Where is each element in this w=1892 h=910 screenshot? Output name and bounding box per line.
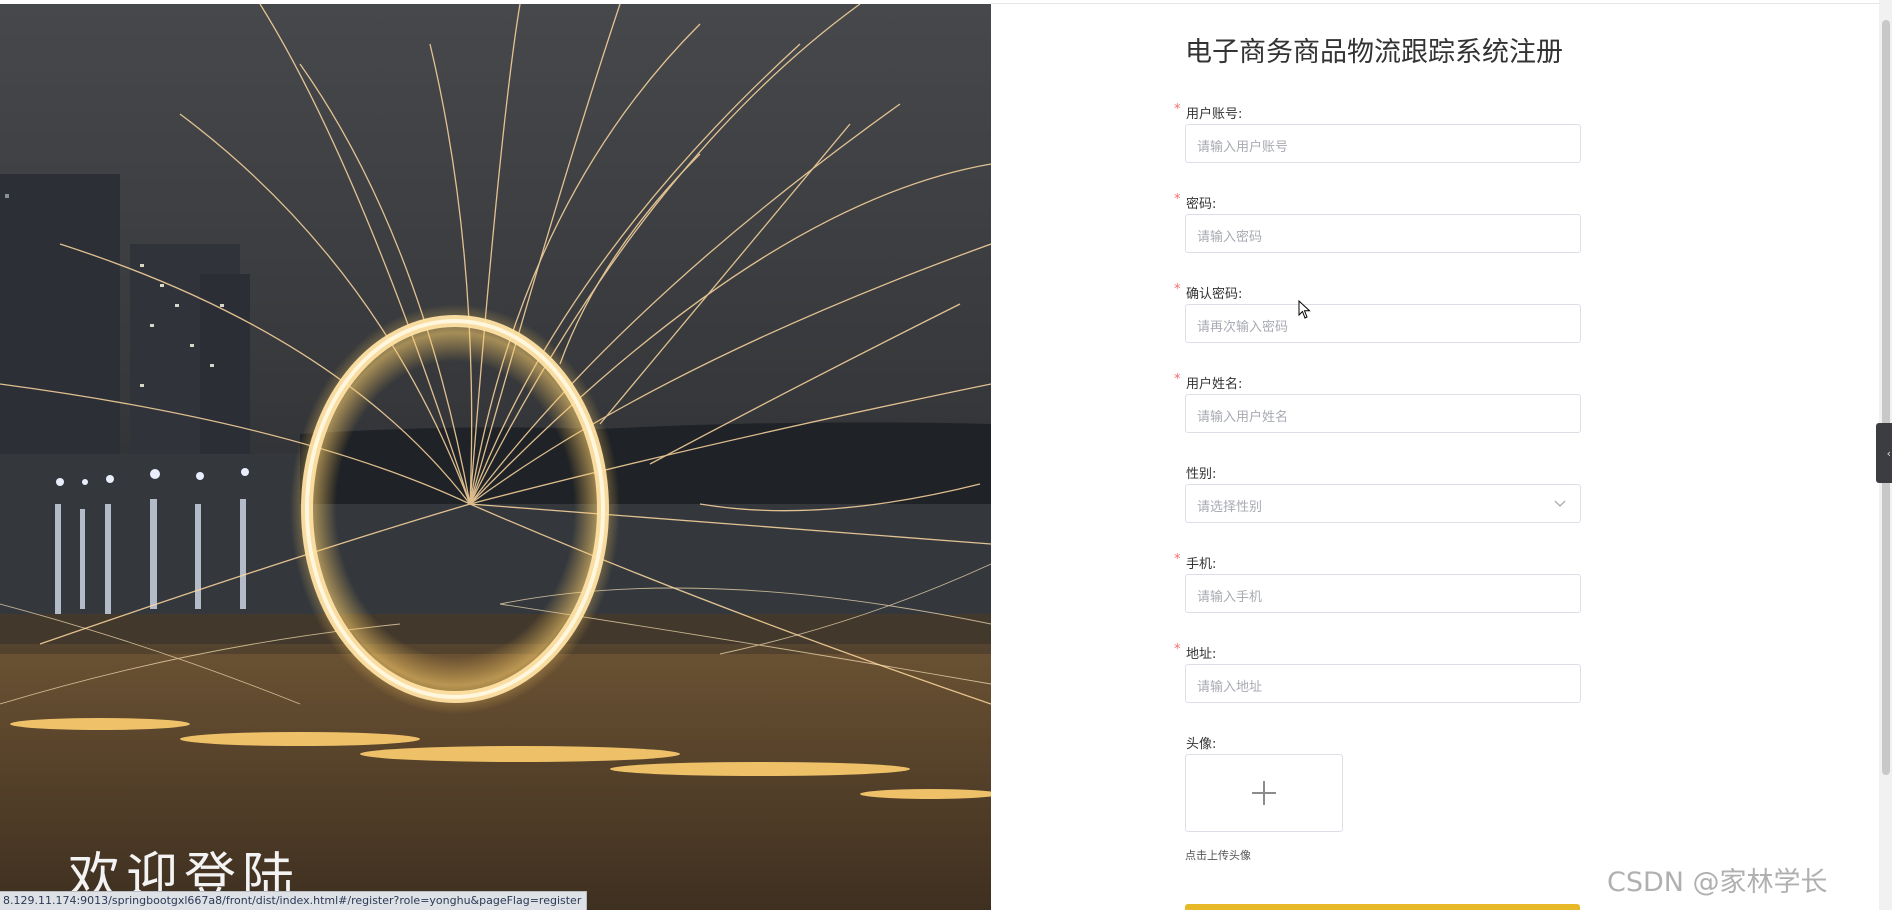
phone-placeholder: 请输入手机 — [1197, 590, 1263, 605]
address-placeholder: 请输入地址 — [1197, 680, 1263, 695]
register-button[interactable] — [1185, 904, 1580, 910]
address-input[interactable]: 请输入地址 — [1185, 664, 1581, 703]
page-title: 电子商务商品物流跟踪系统注册 — [1185, 37, 1563, 68]
phone-input[interactable]: 请输入手机 — [1185, 574, 1581, 613]
confirm-password-label: 确认密码: — [1186, 287, 1243, 302]
confirm-password-input[interactable]: 请再次输入密码 — [1185, 304, 1581, 343]
avatar-upload[interactable] — [1185, 754, 1343, 832]
gender-placeholder: 请选择性别 — [1197, 500, 1263, 515]
confirm-password-placeholder: 请再次输入密码 — [1197, 320, 1289, 335]
status-url: 8.129.11.174:9013/springbootgxl667a8/fro… — [0, 891, 588, 910]
required-mark: * — [1174, 372, 1181, 387]
watermark: CSDN @家林学长 — [1607, 867, 1828, 898]
hero-image: 欢迎登陆 — [0, 4, 991, 910]
password-placeholder: 请输入密码 — [1197, 230, 1263, 245]
gender-select[interactable]: 请选择性别 — [1185, 484, 1581, 523]
account-label: 用户账号: — [1186, 107, 1243, 122]
scrollbar-thumb[interactable] — [1882, 20, 1890, 775]
required-mark: * — [1174, 282, 1181, 297]
username-placeholder: 请输入用户姓名 — [1197, 410, 1289, 425]
username-label: 用户姓名: — [1186, 377, 1243, 392]
required-mark: * — [1174, 552, 1181, 567]
account-placeholder: 请输入用户账号 — [1197, 140, 1289, 155]
avatar-hint: 点击上传头像 — [1185, 849, 1251, 862]
register-form: 电子商务商品物流跟踪系统注册 * 用户账号: 请输入用户账号 * 密码: 请输入… — [1160, 0, 1600, 910]
address-label: 地址: — [1186, 647, 1217, 662]
required-mark: * — [1174, 192, 1181, 207]
plus-icon — [1252, 781, 1276, 805]
side-collapse-tab[interactable]: ‹ — [1876, 423, 1892, 483]
register-page: 欢迎登陆 电子商务商品物流跟踪系统注册 * 用户账号: 请输入用户账号 * 密码… — [0, 0, 1892, 910]
mouse-cursor-icon — [1298, 300, 1311, 319]
avatar-label: 头像: — [1186, 737, 1217, 752]
gender-label: 性别: — [1186, 467, 1217, 482]
chevron-down-icon — [1554, 500, 1566, 507]
steel-wool-photo — [0, 4, 991, 910]
username-input[interactable]: 请输入用户姓名 — [1185, 394, 1581, 433]
password-label: 密码: — [1186, 197, 1217, 212]
required-mark: * — [1174, 642, 1181, 657]
required-mark: * — [1174, 102, 1181, 117]
password-input[interactable]: 请输入密码 — [1185, 214, 1581, 253]
account-input[interactable]: 请输入用户账号 — [1185, 124, 1581, 163]
chevron-left-icon: ‹ — [1886, 447, 1891, 460]
phone-label: 手机: — [1186, 557, 1217, 572]
